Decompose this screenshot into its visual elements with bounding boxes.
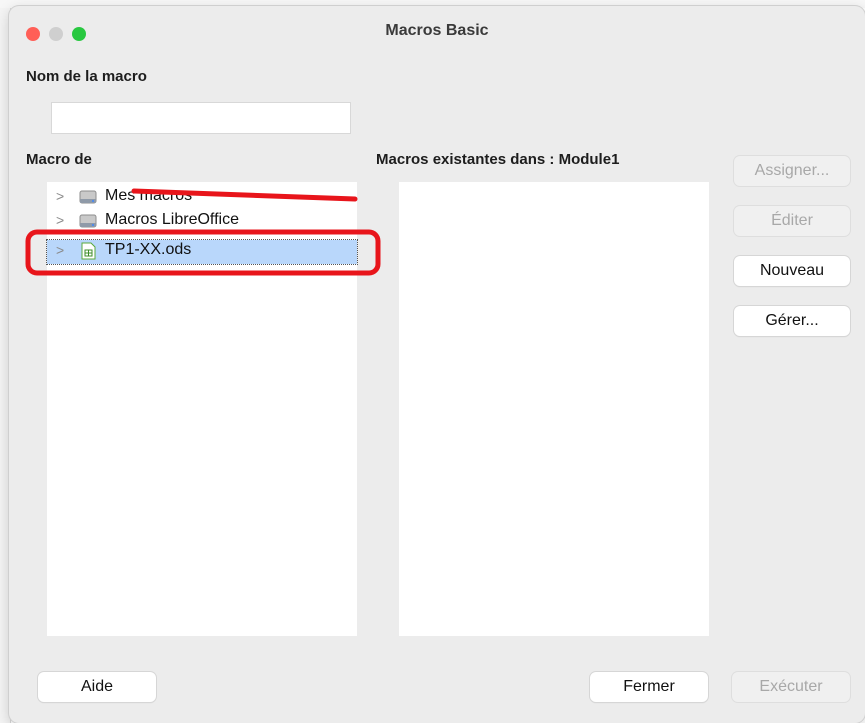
- chevron-right-icon[interactable]: >: [56, 242, 64, 258]
- drive-icon: [79, 214, 97, 228]
- window-title: Macros Basic: [385, 22, 489, 39]
- chevron-right-icon[interactable]: >: [56, 188, 64, 204]
- tree-item-label: Mes macros: [105, 187, 193, 204]
- spreadsheet-icon: [81, 242, 96, 260]
- existing-macros-list[interactable]: [399, 182, 709, 636]
- macro-library-tree[interactable]: > Mes macros > Macros LibreOffice > TP1-…: [46, 182, 358, 636]
- macro-from-label: Macro de: [26, 151, 92, 168]
- tree-item-label: TP1-XX.ods: [105, 241, 192, 258]
- close-button[interactable]: Fermer: [590, 672, 708, 702]
- existing-macros-label: Macros existantes dans : Module1: [376, 151, 620, 168]
- macro-name-input[interactable]: [51, 102, 351, 134]
- title-bar: Macros Basic: [9, 6, 865, 54]
- new-button[interactable]: Nouveau: [734, 256, 850, 286]
- tree-item-label: Macros LibreOffice: [105, 211, 239, 228]
- tree-item-libreoffice-macros[interactable]: > Macros LibreOffice: [47, 210, 357, 234]
- macro-name-label: Nom de la macro: [26, 68, 147, 85]
- help-button[interactable]: Aide: [38, 672, 156, 702]
- drive-icon: [79, 190, 97, 204]
- chevron-right-icon[interactable]: >: [56, 212, 64, 228]
- manage-button[interactable]: Gérer...: [734, 306, 850, 336]
- run-button[interactable]: Exécuter: [732, 672, 850, 702]
- tree-item-my-macros[interactable]: > Mes macros: [47, 186, 357, 210]
- macros-basic-dialog: Macros Basic Nom de la macro Macro de Ma…: [9, 6, 865, 723]
- tree-item-tp1-document[interactable]: > TP1-XX.ods: [46, 239, 358, 265]
- assign-button[interactable]: Assigner...: [734, 156, 850, 186]
- edit-button[interactable]: Éditer: [734, 206, 850, 236]
